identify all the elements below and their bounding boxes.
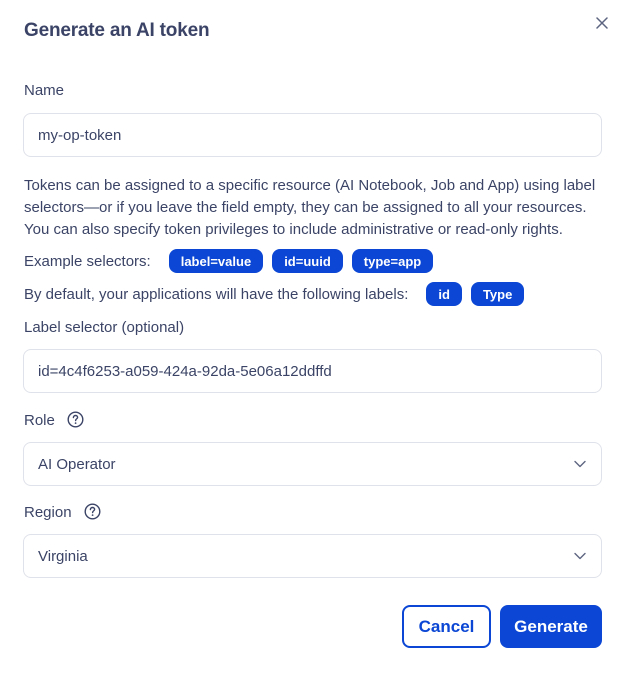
region-select[interactable]: Virginia	[23, 534, 602, 578]
example-selectors-label: Example selectors:	[24, 252, 151, 270]
name-input-value: my-op-token	[38, 126, 122, 144]
role-label-row: Role	[24, 411, 84, 429]
label-selector-value: id=4c4f6253-a059-424a-92da-5e06a12ddffd	[38, 362, 332, 380]
role-select-value: AI Operator	[38, 455, 116, 473]
region-select-value: Virginia	[38, 547, 88, 565]
selector-chip-type-app[interactable]: type=app	[351, 249, 434, 273]
default-labels-text: By default, your applications will have …	[24, 285, 409, 303]
question-circle-icon[interactable]	[67, 411, 84, 428]
name-label: Name	[24, 82, 65, 99]
close-icon[interactable]	[593, 14, 611, 32]
example-selectors-row: Example selectors: label=value id=uuid t…	[24, 249, 434, 273]
role-select[interactable]: AI Operator	[23, 442, 602, 486]
question-circle-icon[interactable]	[84, 503, 101, 520]
generate-token-dialog: Generate an AI token Name my-op-token To…	[0, 0, 626, 673]
chevron-down-icon	[573, 549, 587, 563]
name-input[interactable]: my-op-token	[23, 113, 602, 157]
default-labels-row: By default, your applications will have …	[24, 282, 525, 306]
token-description: Tokens can be assigned to a specific res…	[24, 177, 596, 238]
label-chip-type[interactable]: Type	[470, 282, 525, 306]
region-label-row: Region	[24, 503, 101, 521]
dialog-title: Generate an AI token	[24, 20, 210, 41]
chevron-down-icon	[573, 457, 587, 471]
label-selector-input[interactable]: id=4c4f6253-a059-424a-92da-5e06a12ddffd	[23, 349, 602, 393]
label-selector-label: Label selector (optional)	[24, 319, 185, 336]
region-label: Region	[24, 504, 72, 521]
selector-chip-label-value[interactable]: label=value	[168, 249, 264, 273]
cancel-button[interactable]: Cancel	[402, 605, 491, 648]
selector-chip-id-uuid[interactable]: id=uuid	[272, 249, 343, 273]
role-label: Role	[24, 412, 55, 429]
label-chip-id[interactable]: id	[426, 282, 462, 306]
generate-button[interactable]: Generate	[500, 605, 602, 648]
